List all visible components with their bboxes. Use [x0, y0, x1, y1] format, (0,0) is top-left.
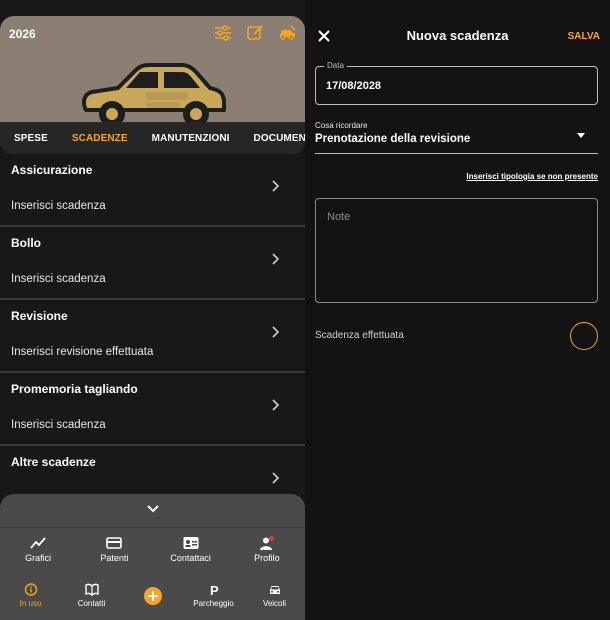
nav-veicoli[interactable]: Veicoli [244, 580, 305, 620]
drawer-nav: Grafici Patenti Contattaci Profilo [0, 527, 305, 573]
date-value: 17/08/2028 [326, 80, 382, 92]
bottom-drawer: Grafici Patenti Contattaci Profilo In us… [0, 494, 305, 620]
chevron-down-icon[interactable] [146, 504, 160, 514]
nav-label: Contatti [77, 599, 106, 608]
nav-label: Parcheggio [193, 599, 234, 608]
nav-label: Profilo [254, 553, 280, 563]
nav-contattaci[interactable]: Contattaci [153, 528, 229, 573]
new-deadline-form: Nuova scadenza SALVA Data 17/08/2028 Cos… [305, 0, 610, 620]
tab-spese[interactable]: SPESE [0, 133, 60, 144]
add-icon[interactable] [143, 587, 162, 605]
tab-documenti[interactable]: DOCUMENTI [242, 133, 305, 144]
deadline-title: Revisione [11, 309, 68, 323]
chevron-right-icon [272, 472, 280, 484]
reminder-select[interactable]: Prenotazione della revisione [315, 130, 598, 154]
tune-icon[interactable] [213, 24, 233, 42]
bottom-nav: In uso Contatti P Parcheggio Veicoli [0, 580, 305, 620]
nav-grafici[interactable]: Grafici [0, 528, 76, 573]
notes-placeholder: Note [327, 211, 351, 223]
profile-icon [259, 536, 274, 550]
nav-label: Contattaci [170, 553, 211, 563]
section-tabs: SPESE SCADENZE MANUTENZIONI DOCUMENTI [0, 122, 305, 154]
deadline-title: Altre scadenze [11, 455, 96, 469]
vehicle-panel: 2026 SPESE SCADENZE MANUTENZIONI DOCUMEN… [0, 0, 305, 620]
deadline-row-revisione[interactable]: Revisione Inserisci revisione effettuata [0, 300, 305, 373]
nav-label: Veicoli [262, 599, 287, 608]
parking-icon: P [210, 583, 219, 596]
deadline-subtitle: Inserisci scadenza [11, 273, 106, 285]
notes-field[interactable]: Note [315, 198, 598, 303]
car-service-icon[interactable] [277, 24, 297, 42]
reminder-label: Cosa ricordare [315, 121, 368, 130]
deadline-row-bollo[interactable]: Bollo Inserisci scadenza [0, 227, 305, 300]
tab-manutenzioni[interactable]: MANUTENZIONI [140, 133, 242, 144]
vehicle-illustration [82, 63, 226, 127]
chevron-right-icon [272, 399, 280, 411]
info-icon [24, 583, 37, 596]
dropdown-arrow-icon [577, 133, 585, 138]
date-field[interactable]: Data 17/08/2028 [315, 61, 598, 105]
car-icon [269, 586, 280, 594]
deadline-list: Assicurazione Inserisci scadenza Bollo I… [0, 154, 305, 519]
nav-contatti[interactable]: Contatti [61, 580, 122, 620]
svg-text:P: P [210, 583, 219, 596]
vehicle-header: 2026 SPESE SCADENZE MANUTENZIONI DOCUMEN [0, 16, 305, 154]
nav-parcheggio[interactable]: P Parcheggio [183, 580, 244, 620]
deadline-title: Assicurazione [11, 163, 93, 177]
card-icon [106, 537, 123, 549]
done-radio[interactable] [570, 322, 598, 350]
done-label: Scadenza effettuata [315, 330, 404, 341]
deadline-row-tagliando[interactable]: Promemoria tagliando Inserisci scadenza [0, 373, 305, 446]
chevron-right-icon [272, 180, 280, 192]
notification-badge [268, 536, 274, 541]
deadline-subtitle: Inserisci scadenza [11, 200, 106, 212]
deadline-subtitle: Inserisci revisione effettuata [11, 346, 154, 358]
nav-label: Patenti [100, 553, 129, 563]
book-icon [84, 583, 99, 596]
contact-card-icon [183, 537, 199, 549]
chevron-right-icon [272, 326, 280, 338]
nav-in-uso[interactable]: In uso [0, 580, 61, 620]
nav-label: Grafici [25, 553, 52, 563]
chart-icon [30, 537, 46, 549]
nav-patenti[interactable]: Patenti [76, 528, 152, 573]
custom-type-link[interactable]: Inserisci tipologia se non presente [466, 172, 598, 181]
deadline-subtitle: Inserisci scadenza [11, 419, 106, 431]
deadline-row-assicurazione[interactable]: Assicurazione Inserisci scadenza [0, 154, 305, 227]
tab-scadenze[interactable]: SCADENZE [60, 133, 140, 144]
date-label: Data [324, 61, 347, 70]
save-button[interactable]: SALVA [568, 31, 600, 42]
reminder-value: Prenotazione della revisione [315, 133, 471, 145]
deadline-title: Bollo [11, 236, 41, 250]
form-title: Nuova scadenza [406, 28, 509, 43]
edit-icon[interactable] [245, 24, 265, 42]
nav-label: In uso [19, 599, 42, 608]
chevron-right-icon [272, 253, 280, 265]
deadline-title: Promemoria tagliando [11, 382, 138, 396]
nav-profilo[interactable]: Profilo [229, 528, 305, 573]
nav-add[interactable] [122, 580, 183, 620]
vehicle-year: 2026 [9, 27, 36, 41]
